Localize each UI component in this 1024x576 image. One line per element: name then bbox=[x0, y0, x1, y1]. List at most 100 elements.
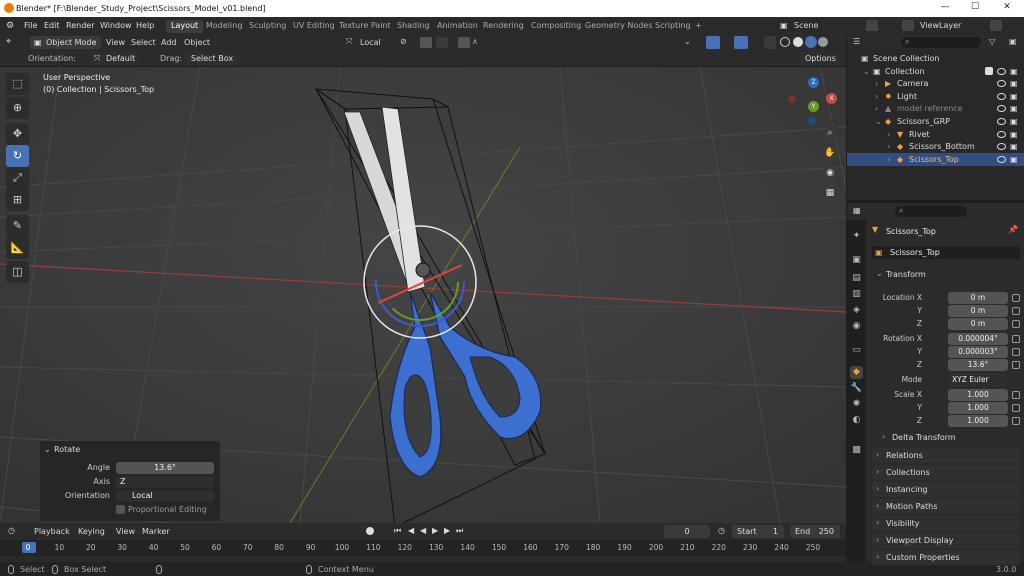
render-camera-icon[interactable]: ▣ bbox=[1010, 92, 1018, 101]
view-layer-add-icon[interactable] bbox=[990, 20, 1002, 31]
scale-x-field[interactable]: 1.000 bbox=[948, 389, 1008, 401]
rotation-z-field[interactable]: 13.6° bbox=[948, 359, 1008, 371]
panel-header[interactable]: › Visibility bbox=[872, 516, 1020, 531]
falloff-icon[interactable]: ∧ bbox=[472, 37, 478, 46]
rotation-mode-select[interactable]: XYZ Euler bbox=[948, 374, 1008, 386]
expand-arrow-icon[interactable]: › bbox=[875, 79, 878, 88]
physics-tab-icon[interactable]: ◐ bbox=[850, 414, 863, 427]
location-x-lock-icon[interactable] bbox=[1012, 294, 1020, 302]
outliner-search-field[interactable]: ⌕ bbox=[901, 37, 981, 48]
visibility-eye-icon[interactable] bbox=[997, 118, 1006, 125]
menu-window[interactable]: Window bbox=[100, 21, 132, 30]
visibility-eye-icon[interactable] bbox=[997, 105, 1006, 113]
panel-header[interactable]: › Relations bbox=[872, 448, 1020, 463]
perspective-toggle-icon[interactable]: ▦ bbox=[822, 185, 838, 201]
x-axis-handle[interactable]: X bbox=[826, 93, 837, 104]
add-cube-tool-icon[interactable]: ◫ bbox=[6, 261, 29, 283]
expand-arrow-icon[interactable]: › bbox=[875, 104, 878, 113]
panel-header[interactable]: › Custom Properties bbox=[872, 550, 1020, 565]
maximize-button[interactable]: ☐ bbox=[960, 2, 990, 15]
properties-editor[interactable]: ▦ ⌕ ✦ ▣ ▤ ▥ ◈ ◉ ▭ ◆ 🔧 ✺ ◐ ▩ ▼ Scissors_T… bbox=[847, 203, 1024, 565]
menu-object[interactable]: Object bbox=[184, 38, 210, 47]
scale-y-field[interactable]: 1.000 bbox=[948, 402, 1008, 414]
location-y-lock-icon[interactable] bbox=[1012, 307, 1020, 315]
menu-select[interactable]: Select bbox=[131, 38, 156, 47]
measure-tool-icon[interactable]: 📐 bbox=[6, 237, 29, 259]
outliner-row[interactable]: › ◆ Scissors_Top ▣ bbox=[847, 152, 1024, 166]
y-axis-handle[interactable]: Y bbox=[808, 101, 819, 112]
play-icon[interactable]: ▶ bbox=[432, 526, 438, 535]
jump-start-icon[interactable]: ⏮ bbox=[394, 526, 401, 536]
location-x-field[interactable]: 0 m bbox=[948, 292, 1008, 304]
overlay-toggle-icon[interactable] bbox=[734, 36, 748, 49]
timeline-menu-view[interactable]: View bbox=[116, 527, 135, 536]
orientation-select[interactable]: ⤧ Default bbox=[90, 52, 141, 65]
tab-animation[interactable]: Animation bbox=[432, 20, 483, 33]
render-camera-icon[interactable]: ▣ bbox=[1010, 117, 1018, 126]
record-icon[interactable] bbox=[366, 527, 374, 535]
minimize-button[interactable]: — bbox=[930, 2, 960, 15]
shading-material-icon[interactable] bbox=[805, 36, 817, 48]
modifier-tab-icon[interactable]: 🔧 bbox=[850, 382, 863, 395]
tab-shading[interactable]: Shading bbox=[392, 20, 435, 33]
scale-z-field[interactable]: 1.000 bbox=[948, 415, 1008, 427]
transform-tool-icon[interactable]: ⊞ bbox=[6, 189, 29, 211]
orientation-op-select[interactable]: Local bbox=[116, 490, 214, 502]
expand-arrow-icon[interactable]: › bbox=[875, 92, 878, 101]
jump-end-icon[interactable]: ⏭ bbox=[456, 526, 463, 536]
outliner-row[interactable]: › ✹ Light ▣ bbox=[847, 90, 1024, 103]
outliner-row[interactable]: › ▲ model reference ▣ bbox=[847, 102, 1024, 115]
render-camera-icon[interactable]: ▣ bbox=[1010, 130, 1018, 139]
rotation-y-field[interactable]: 0.000003° bbox=[948, 346, 1008, 358]
timeline-menu-playback[interactable]: Playback bbox=[34, 527, 70, 536]
angle-field[interactable]: 13.6° bbox=[116, 462, 214, 474]
transform-orientation-select[interactable]: Local bbox=[360, 38, 381, 47]
expand-arrow-icon[interactable]: ⌄ bbox=[875, 117, 882, 126]
menu-add[interactable]: Add bbox=[161, 38, 177, 47]
visibility-eye-icon[interactable] bbox=[997, 80, 1006, 88]
filter-icon[interactable]: ▽ bbox=[989, 37, 995, 46]
outliner-row[interactable]: › ▼ Rivet ▣ bbox=[847, 128, 1024, 141]
visibility-eye-icon[interactable] bbox=[997, 155, 1006, 163]
expand-arrow-icon[interactable]: › bbox=[887, 142, 890, 151]
panel-header[interactable]: › Collections bbox=[872, 465, 1020, 480]
proportional-editing-icon[interactable] bbox=[458, 37, 470, 48]
tab-layout[interactable]: Layout bbox=[166, 20, 204, 33]
render-camera-icon[interactable]: ▣ bbox=[1010, 67, 1018, 76]
pan-hand-icon[interactable]: ✋ bbox=[822, 145, 838, 161]
render-camera-icon[interactable]: ▣ bbox=[1010, 104, 1018, 113]
editor-type-icon[interactable]: ⌖ bbox=[6, 37, 20, 48]
prev-key-icon[interactable]: ◀ bbox=[408, 526, 414, 535]
view-layer-tab-icon[interactable]: ▥ bbox=[850, 288, 863, 301]
expand-arrow-icon[interactable]: ⌄ bbox=[863, 67, 870, 76]
world-tab-icon[interactable]: ◉ bbox=[850, 320, 863, 333]
mode-select[interactable]: ▣ Object Mode bbox=[30, 36, 102, 49]
snap-icon[interactable] bbox=[420, 37, 432, 48]
rotation-x-field[interactable]: 0.000004° bbox=[948, 333, 1008, 345]
timeline-menu-keying[interactable]: Keying bbox=[78, 527, 105, 536]
gizmo-toggle-icon[interactable] bbox=[706, 36, 720, 49]
tab-scripting[interactable]: Scripting bbox=[650, 20, 696, 33]
visibility-eye-icon[interactable] bbox=[997, 143, 1006, 151]
rotation-y-lock-icon[interactable] bbox=[1012, 348, 1020, 356]
play-reverse-icon[interactable]: ◀ bbox=[420, 526, 426, 535]
particles-tab-icon[interactable]: ✺ bbox=[850, 398, 863, 411]
menu-render[interactable]: Render bbox=[66, 21, 94, 30]
blender-menu-icon[interactable]: ⚙ bbox=[6, 21, 16, 31]
render-tab-icon[interactable]: ▣ bbox=[850, 254, 863, 267]
scale-tool-icon[interactable]: ⤢ bbox=[6, 167, 29, 189]
menu-help[interactable]: Help bbox=[136, 21, 154, 30]
menu-edit[interactable]: Edit bbox=[44, 21, 60, 30]
exclude-checkbox[interactable] bbox=[985, 66, 993, 75]
drag-select[interactable]: Select Box bbox=[186, 52, 239, 65]
object-name-field[interactable]: ▣ Scissors_Top bbox=[872, 246, 1020, 259]
next-key-icon[interactable]: ▶ bbox=[444, 526, 450, 535]
axis-select[interactable]: Z bbox=[116, 476, 214, 488]
tab-modeling[interactable]: Modeling bbox=[201, 20, 247, 33]
object-tab-icon[interactable]: ◆ bbox=[850, 366, 863, 379]
rotation-x-lock-icon[interactable] bbox=[1012, 335, 1020, 343]
visibility-eye-icon[interactable] bbox=[997, 92, 1006, 100]
delta-transform-header[interactable]: › Delta Transform bbox=[878, 430, 1020, 445]
properties-search-field[interactable]: ⌕ bbox=[895, 206, 967, 217]
menu-view[interactable]: View bbox=[106, 38, 125, 47]
